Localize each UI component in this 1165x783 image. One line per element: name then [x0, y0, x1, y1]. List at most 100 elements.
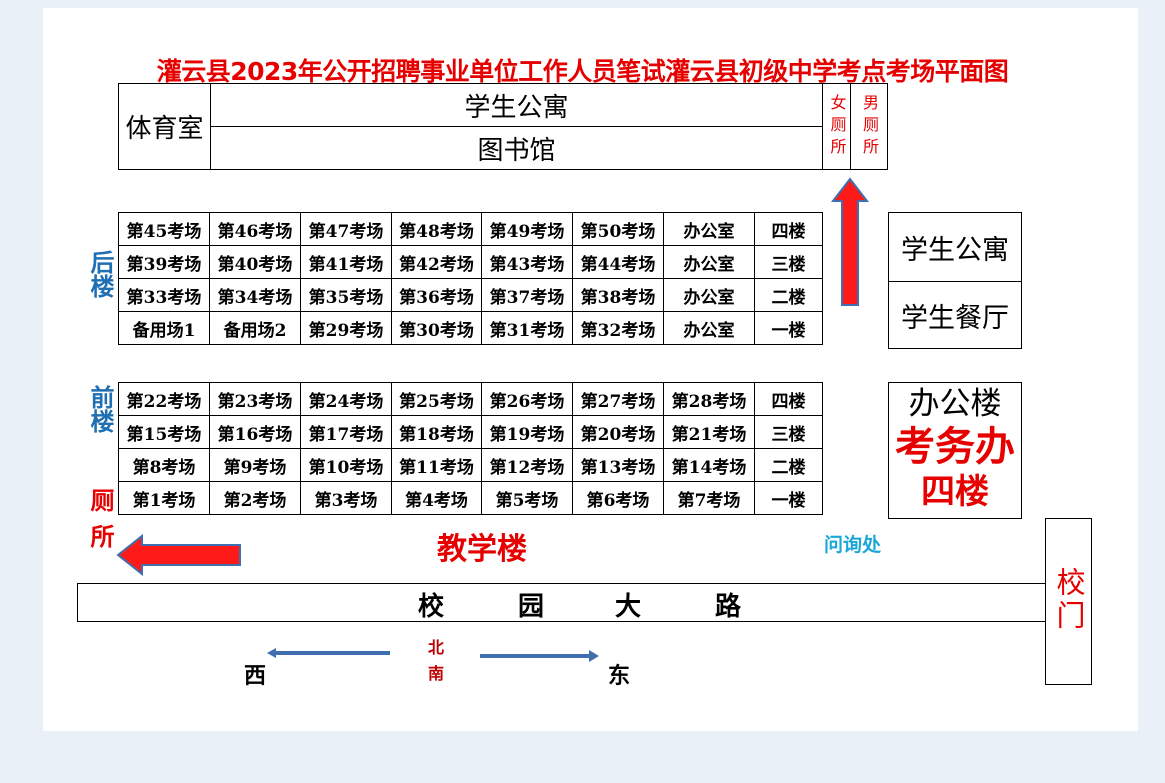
- room-cell: 第39考场: [118, 245, 210, 279]
- room-cell: 第18考场: [391, 415, 482, 449]
- room-cell: 第34考场: [209, 278, 301, 312]
- floor-label: 四楼: [754, 212, 823, 246]
- restroom-arrow-up: [830, 177, 870, 306]
- room-cell: 第27考场: [572, 382, 664, 416]
- room-cell: 第3考场: [300, 481, 392, 515]
- floor-row: 备用场1 备用场2 第29考场 第30考场 第31考场 第32考场 办公室 一楼: [118, 311, 823, 345]
- library-label: 图书馆: [477, 135, 556, 166]
- compass-north: 北: [428, 638, 445, 657]
- room-cell: 第22考场: [118, 382, 210, 416]
- restroom-arrow-left: [116, 533, 241, 577]
- room-cell: 第41考场: [300, 245, 392, 279]
- compass-south: 南: [428, 664, 445, 683]
- room-cell: 第40考场: [209, 245, 301, 279]
- room-cell: 第33考场: [118, 278, 210, 312]
- front-building-label: 前楼: [86, 385, 115, 433]
- student-dorm-right: 学生公寓: [888, 212, 1022, 282]
- student-dorm-top-label: 学生公寓: [464, 92, 569, 123]
- room-cell: 第11考场: [391, 448, 482, 482]
- room-cell: 第1考场: [118, 481, 210, 515]
- road-char-1: 校: [418, 592, 445, 622]
- student-canteen-label: 学生餐厅: [901, 302, 1009, 334]
- room-cell: 第37考场: [481, 278, 573, 312]
- room-cell: 第45考场: [118, 212, 210, 246]
- floor-label: 一楼: [754, 311, 823, 345]
- female-restroom: 女厕所: [822, 83, 851, 170]
- room-cell: 第7考场: [663, 481, 755, 515]
- road-char-4: 路: [715, 592, 742, 622]
- room-cell: 第44考场: [572, 245, 664, 279]
- teaching-building-label: 教学楼: [437, 532, 527, 567]
- gym: 体育室: [118, 83, 211, 170]
- room-cell: 备用场1: [118, 311, 210, 345]
- room-cell: 第32考场: [572, 311, 664, 345]
- room-cell: 第23考场: [209, 382, 301, 416]
- room-cell: 第5考场: [481, 481, 573, 515]
- room-cell: 第2考场: [209, 481, 301, 515]
- room-cell: 第12考场: [481, 448, 573, 482]
- office-building-label: 办公楼: [908, 386, 1002, 422]
- room-cell: 备用场2: [209, 311, 301, 345]
- room-cell: 第46考场: [209, 212, 301, 246]
- room-cell: 第36考场: [391, 278, 482, 312]
- east-arrow: [480, 650, 599, 662]
- room-cell: 第38考场: [572, 278, 664, 312]
- room-cell: 第49考场: [481, 212, 573, 246]
- room-cell: 第16考场: [209, 415, 301, 449]
- male-restroom-label: 男厕所: [860, 93, 879, 160]
- floor-row: 第22考场 第23考场 第24考场 第25考场 第26考场 第27考场 第28考场 四楼: [118, 382, 823, 416]
- compass-west: 西: [244, 663, 267, 689]
- female-restroom-label: 女厕所: [827, 93, 847, 160]
- room-cell: 第29考场: [300, 311, 392, 345]
- room-cell: 第25考场: [391, 382, 482, 416]
- room-cell: 第28考场: [663, 382, 755, 416]
- student-dorm-right-label: 学生公寓: [901, 234, 1009, 266]
- male-restroom: 男厕所: [850, 83, 888, 170]
- room-cell: 第4考场: [391, 481, 482, 515]
- room-cell: 第24考场: [300, 382, 392, 416]
- room-cell: 第30考场: [391, 311, 482, 345]
- gym-label: 体育室: [125, 114, 204, 144]
- room-cell: 第19考场: [481, 415, 573, 449]
- floor-label: 二楼: [754, 278, 823, 312]
- room-cell: 办公室: [663, 278, 755, 312]
- room-cell: 第21考场: [663, 415, 755, 449]
- room-cell: 第26考场: [481, 382, 573, 416]
- room-cell: 第6考场: [572, 481, 664, 515]
- back-building-grid: 第45考场 第46考场 第47考场 第48考场 第49考场 第50考场 办公室 四楼 第39考场…: [118, 212, 823, 345]
- room-cell: 办公室: [663, 245, 755, 279]
- compass-east: 东: [608, 663, 631, 689]
- room-cell: 第50考场: [572, 212, 664, 246]
- floor-row: 第8考场 第9考场 第10考场 第11考场 第12考场 第13考场 第14考场 二楼: [118, 448, 823, 482]
- campus-road: 校 园 大 路: [77, 583, 1047, 622]
- floor-label: 一楼: [754, 481, 823, 515]
- floor-label: 三楼: [754, 415, 823, 449]
- room-cell: 第43考场: [481, 245, 573, 279]
- floor-row: 第45考场 第46考场 第47考场 第48考场 第49考场 第50考场 办公室 四楼: [118, 212, 823, 246]
- room-cell: 第42考场: [391, 245, 482, 279]
- room-cell: 第8考场: [118, 448, 210, 482]
- room-cell: 第31考场: [481, 311, 573, 345]
- school-gate: 校门: [1045, 518, 1092, 685]
- floor-label: 二楼: [754, 448, 823, 482]
- room-cell: 办公室: [663, 212, 755, 246]
- floor-row: 第33考场 第34考场 第35考场 第36考场 第37考场 第38考场 办公室 二楼: [118, 278, 823, 312]
- west-arrow: [267, 648, 390, 658]
- room-cell: 第14考场: [663, 448, 755, 482]
- room-cell: 第13考场: [572, 448, 664, 482]
- room-cell: 第20考场: [572, 415, 664, 449]
- room-cell: 第48考场: [391, 212, 482, 246]
- office-building: 办公楼 考务办 四楼: [888, 382, 1022, 519]
- floor-label: 三楼: [754, 245, 823, 279]
- room-cell: 第15考场: [118, 415, 210, 449]
- floor-row: 第39考场 第40考场 第41考场 第42考场 第43考场 第44考场 办公室 三楼: [118, 245, 823, 279]
- school-gate-label: 校门: [1052, 567, 1086, 633]
- room-cell: 第35考场: [300, 278, 392, 312]
- inquiry-label: 问询处: [824, 534, 882, 556]
- front-building-grid: 第22考场 第23考场 第24考场 第25考场 第26考场 第27考场 第28考场 四楼 第15…: [118, 382, 823, 515]
- road-char-3: 大: [615, 592, 642, 622]
- floor-row: 第15考场 第16考场 第17考场 第18考场 第19考场 第20考场 第21考场 三楼: [118, 415, 823, 449]
- restroom-label: 厕所: [86, 488, 115, 560]
- room-cell: 办公室: [663, 311, 755, 345]
- room-cell: 第10考场: [300, 448, 392, 482]
